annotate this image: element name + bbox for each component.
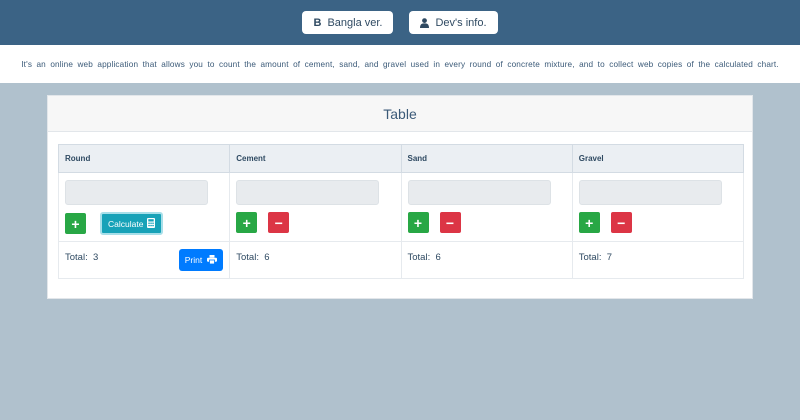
- gravel-input[interactable]: [578, 180, 722, 205]
- calculator-icon: [147, 217, 156, 230]
- bangla-b-icon: B: [313, 16, 322, 29]
- printer-icon: [207, 254, 218, 266]
- column-header-cement: Cement: [229, 144, 402, 173]
- print-label: Print: [184, 255, 203, 265]
- gravel-plus-button[interactable]: +: [578, 212, 600, 233]
- column-header-gravel: Gravel: [571, 144, 745, 173]
- calculate-label: Calculate: [108, 218, 144, 229]
- bangla-version-button[interactable]: B Bangla ver.: [302, 11, 394, 34]
- calc-table: Round Cement Sand Gravel + Calculate + −…: [57, 144, 745, 279]
- dev-info-button[interactable]: Dev's info.: [409, 11, 498, 34]
- sand-plus-button[interactable]: +: [407, 212, 429, 233]
- calculate-button[interactable]: Calculate: [100, 212, 164, 235]
- gravel-total-cell: Total: 7: [571, 241, 745, 279]
- column-header-round: Round: [57, 144, 231, 173]
- dev-info-label: Dev's info.: [435, 16, 487, 29]
- print-button[interactable]: Print: [178, 249, 224, 271]
- sand-input[interactable]: [407, 180, 551, 205]
- cement-minus-button[interactable]: −: [268, 212, 290, 233]
- input-row: + Calculate + − + − + −: [57, 172, 745, 242]
- cement-plus-button[interactable]: +: [236, 212, 258, 233]
- gravel-input-cell: + −: [571, 172, 745, 242]
- round-plus-button[interactable]: +: [65, 213, 86, 234]
- sand-total-cell: Total: 6: [400, 241, 573, 279]
- cement-total-cell: Total: 6: [229, 241, 402, 279]
- round-total-cell: Total: 3 Print: [57, 241, 231, 279]
- round-total-label: Total:: [65, 252, 88, 263]
- bangla-version-label: Bangla ver.: [327, 16, 383, 29]
- cement-total-label: Total:: [236, 252, 259, 263]
- totals-row: Total: 3 Print Total: 6 Total: 6 Total: …: [57, 241, 745, 279]
- sand-minus-button[interactable]: −: [439, 212, 461, 233]
- intro-text: It's an online web application that allo…: [0, 45, 800, 83]
- table-card: Table Round Cement Sand Gravel + Calcula…: [47, 95, 753, 299]
- gravel-total-label: Total:: [578, 252, 602, 263]
- sand-input-cell: + −: [400, 172, 573, 242]
- cement-total-value: 6: [264, 252, 270, 263]
- sand-total-value: 6: [435, 252, 441, 263]
- column-header-sand: Sand: [400, 144, 573, 173]
- top-navbar: B Bangla ver. Dev's info.: [0, 0, 800, 45]
- cement-input-cell: + −: [229, 172, 402, 242]
- round-input-cell: + Calculate: [57, 172, 231, 242]
- card-title: Table: [48, 96, 752, 132]
- sand-total-label: Total:: [407, 252, 431, 263]
- cement-input[interactable]: [236, 180, 380, 205]
- gravel-total-value: 7: [606, 252, 613, 263]
- round-input[interactable]: [65, 180, 208, 205]
- gravel-minus-button[interactable]: −: [610, 212, 632, 233]
- user-icon: [420, 17, 430, 28]
- round-total-value: 3: [93, 252, 99, 263]
